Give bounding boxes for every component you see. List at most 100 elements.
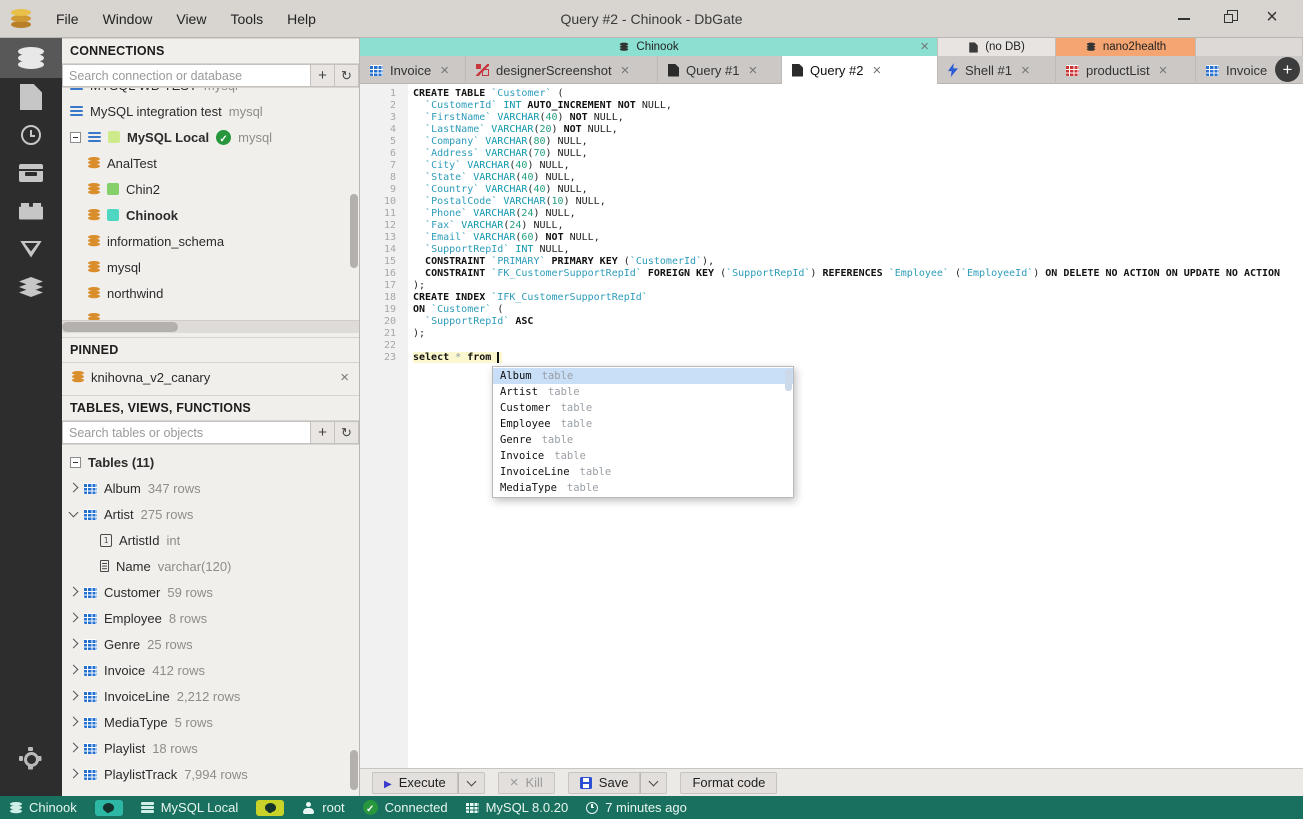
- tab-group-nano2health[interactable]: nano2health: [1056, 38, 1196, 56]
- close-button[interactable]: [1261, 8, 1283, 30]
- close-tab-icon[interactable]: [1021, 63, 1030, 78]
- chevron-right-icon[interactable]: [68, 482, 79, 492]
- connection-item[interactable]: Chinook: [62, 202, 359, 228]
- menu-tools[interactable]: Tools: [220, 8, 273, 30]
- connection-item[interactable]: MYSQL WD TEST mysql: [62, 88, 359, 98]
- tab-invoice[interactable]: Invoice: [360, 56, 466, 84]
- pinned-item[interactable]: knihovna_v2_canary: [62, 363, 359, 391]
- tab-invoice[interactable]: Invoice: [1196, 56, 1283, 84]
- chevron-right-icon[interactable]: [68, 664, 79, 674]
- autocomplete-item[interactable]: Invoice table: [493, 448, 793, 464]
- autocomplete-item[interactable]: Artist table: [493, 384, 793, 400]
- sidebar-item-filter[interactable]: [0, 230, 62, 268]
- connection-color-badge[interactable]: [256, 799, 285, 816]
- menu-window[interactable]: Window: [93, 8, 163, 30]
- object-row[interactable]: Album 347 rows: [62, 475, 359, 501]
- tab-productlist[interactable]: productList: [1056, 56, 1196, 84]
- connection-item[interactable]: information_schema: [62, 228, 359, 254]
- connection-item[interactable]: MySQL Local mysql: [62, 124, 359, 150]
- refresh-connections-button[interactable]: [335, 64, 359, 87]
- connections-scrollbar-thumb[interactable]: [350, 194, 358, 268]
- tab-group--no-db-[interactable]: (no DB): [938, 38, 1056, 56]
- chevron-right-icon[interactable]: [68, 690, 79, 700]
- object-row[interactable]: InvoiceLine 2,212 rows: [62, 683, 359, 709]
- refresh-objects-button[interactable]: [335, 421, 359, 444]
- object-row[interactable]: Invoice 412 rows: [62, 657, 359, 683]
- chevron-right-icon[interactable]: [68, 768, 79, 778]
- connections-search-input[interactable]: [62, 64, 311, 87]
- object-row[interactable]: PlaylistTrack 7,994 rows: [62, 761, 359, 787]
- sidebar-item-layers[interactable]: [0, 268, 62, 306]
- tab-designerscreenshot[interactable]: designerScreenshot: [466, 56, 658, 84]
- sidebar-item-settings[interactable]: [0, 740, 62, 778]
- save-button[interactable]: Save: [567, 771, 641, 794]
- connection-item[interactable]: northwind: [62, 280, 359, 306]
- connection-color-badge[interactable]: [94, 799, 123, 816]
- autocomplete-item[interactable]: Customer table: [493, 400, 793, 416]
- connection-item[interactable]: mysql: [62, 254, 359, 280]
- sidebar-item-archive[interactable]: [0, 154, 62, 192]
- collapse-icon[interactable]: [70, 456, 81, 468]
- close-tab-icon[interactable]: [748, 63, 757, 78]
- object-row[interactable]: Employee 8 rows: [62, 605, 359, 631]
- add-connection-button[interactable]: [311, 64, 335, 87]
- connection-item[interactable]: Chin2: [62, 176, 359, 202]
- autocomplete-item[interactable]: Genre table: [493, 432, 793, 448]
- sidebar-item-history[interactable]: [0, 116, 62, 154]
- chevron-right-icon[interactable]: [68, 742, 79, 752]
- save-dropdown-button[interactable]: [640, 771, 668, 794]
- close-tab-icon[interactable]: [621, 63, 630, 78]
- execute-button[interactable]: Execute: [372, 771, 458, 794]
- kill-button[interactable]: Kill: [497, 771, 555, 794]
- unpin-icon[interactable]: [340, 370, 349, 385]
- minimize-button[interactable]: [1173, 8, 1195, 30]
- chevron-right-icon[interactable]: [68, 716, 79, 726]
- add-object-button[interactable]: [311, 421, 335, 444]
- object-row[interactable]: Genre 25 rows: [62, 631, 359, 657]
- format-code-button[interactable]: Format code: [680, 771, 778, 794]
- tab-query-2[interactable]: Query #2: [782, 56, 938, 84]
- sidebar-item-plugins[interactable]: [0, 192, 62, 230]
- object-row[interactable]: Tables (11): [62, 449, 359, 475]
- new-tab-button[interactable]: [1275, 57, 1300, 82]
- chevron-right-icon[interactable]: [68, 612, 79, 622]
- menu-file[interactable]: File: [46, 8, 89, 30]
- connection-item[interactable]: AnalTest: [62, 150, 359, 176]
- connections-horizontal-scrollbar[interactable]: [62, 320, 359, 333]
- object-row[interactable]: ArtistId int: [62, 527, 359, 553]
- chevron-right-icon[interactable]: [68, 638, 79, 648]
- autocomplete-item[interactable]: InvoiceLine table: [493, 464, 793, 480]
- close-group-icon[interactable]: [920, 42, 929, 54]
- connection-item[interactable]: MySQL integration test mysql: [62, 98, 359, 124]
- autocomplete-item[interactable]: Album table: [493, 368, 793, 384]
- execute-dropdown-button[interactable]: [457, 771, 485, 794]
- tab-group-chinook[interactable]: Chinook: [360, 38, 938, 56]
- close-tab-icon[interactable]: [440, 63, 449, 78]
- menu-help[interactable]: Help: [277, 8, 326, 30]
- objects-search-input[interactable]: [62, 421, 311, 444]
- autocomplete-scrollbar-thumb[interactable]: [785, 369, 792, 391]
- sql-editor[interactable]: 1 2 3 4 5 6 7 8 9 10 11 12 13 14 15 16 17 18 19 20 21 22 23 CR…: [360, 84, 1303, 768]
- autocomplete-item[interactable]: MediaType table: [493, 480, 793, 496]
- close-tab-icon[interactable]: [872, 63, 881, 78]
- object-row[interactable]: Artist 275 rows: [62, 501, 359, 527]
- restore-button[interactable]: [1217, 8, 1239, 30]
- menu-view[interactable]: View: [166, 8, 216, 30]
- chevron-right-icon[interactable]: [68, 586, 79, 596]
- connection-item[interactable]: [62, 306, 359, 320]
- object-row[interactable]: Customer 59 rows: [62, 579, 359, 605]
- object-row[interactable]: Playlist 18 rows: [62, 735, 359, 761]
- close-tab-icon[interactable]: [1159, 63, 1168, 78]
- objects-scrollbar-thumb[interactable]: [350, 750, 358, 790]
- chevron-down-icon[interactable]: [68, 507, 79, 517]
- tab-query-1[interactable]: Query #1: [658, 56, 782, 84]
- sidebar-item-files[interactable]: [0, 78, 62, 116]
- object-row[interactable]: MediaType 5 rows: [62, 709, 359, 735]
- scrollbar-thumb[interactable]: [62, 322, 178, 332]
- tab-shell-1[interactable]: Shell #1: [938, 56, 1056, 84]
- sidebar-item-connections[interactable]: [0, 38, 62, 78]
- object-row[interactable]: Name varchar(120): [62, 553, 359, 579]
- autocomplete-item[interactable]: Employee table: [493, 416, 793, 432]
- collapse-icon[interactable]: [70, 131, 81, 143]
